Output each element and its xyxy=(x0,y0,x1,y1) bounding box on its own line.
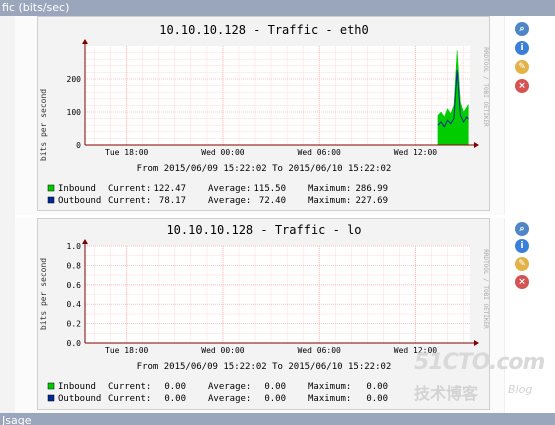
legend-inbound-average-label: Average: xyxy=(208,184,251,194)
legend-inbound-name: Inbound xyxy=(58,382,96,392)
legend-inbound-average-value: 115.50 xyxy=(253,184,286,194)
legend-outbound-maximum-value: 0.00 xyxy=(366,394,388,404)
legend-outbound-name: Outbound xyxy=(58,394,101,404)
traffic-chart-eth0: 10.10.10.128 - Traffic - eth0 bits per s… xyxy=(39,23,489,206)
chart-title: 10.10.10.128 - Traffic - lo xyxy=(166,223,361,237)
section-header-traffic: fic (bits/sec) xyxy=(0,0,555,16)
traffic-graph-eth0[interactable]: 10.10.10.128 - Traffic - eth0 bits per s… xyxy=(37,16,490,211)
watermark-logo: 51CTO.com xyxy=(414,350,545,375)
legend-outbound-maximum-value: 227.69 xyxy=(355,196,388,206)
legend-inbound-name: Inbound xyxy=(58,184,96,194)
rrdtool-credit: RRDTOOL / TOBI OETIKER xyxy=(482,47,489,127)
y-axis-label: bits per second xyxy=(39,89,48,161)
y-tick-label: 0.4 xyxy=(67,300,82,309)
x-axis-arrow xyxy=(474,340,479,346)
y-tick-label: 0 xyxy=(76,141,81,150)
rrdtool-credit: RRDTOOL / TOBI OETIKER xyxy=(482,249,489,329)
watermark-subtitle: 技术博客 xyxy=(414,384,479,403)
legend-swatch-inbound xyxy=(47,382,55,390)
y-axis-arrow xyxy=(82,39,88,44)
info-icon[interactable]: i xyxy=(515,239,529,253)
legend-inbound-average-label: Average: xyxy=(208,382,251,392)
legend-swatch-inbound xyxy=(47,184,55,192)
legend-outbound-maximum-label: Maximum: xyxy=(308,394,351,404)
x-tick-label: Wed 00:00 xyxy=(201,148,245,157)
site-watermark: 51CTO.com 技术博客 Blog xyxy=(400,350,550,410)
legend-outbound-current-label: Current: xyxy=(108,196,151,206)
zoom-icon[interactable]: ⌕ xyxy=(515,222,529,236)
legend-outbound-average-value: 0.00 xyxy=(264,394,286,404)
y-tick-label: 0.0 xyxy=(67,339,82,348)
legend-swatch-outbound xyxy=(47,394,55,402)
legend-inbound-maximum-value: 0.00 xyxy=(366,382,388,392)
legend-inbound-current-label: Current: xyxy=(108,184,151,194)
watermark-blog: Blog xyxy=(508,383,533,396)
y-tick-label: 100 xyxy=(67,108,82,117)
x-tick-label: Tue 18:00 xyxy=(105,346,149,355)
graph-actions-lo: ⌕ i ✎ × xyxy=(515,222,533,292)
legend-outbound-maximum-label: Maximum: xyxy=(308,196,351,206)
graph-actions-eth0: ⌕ i ✎ × xyxy=(515,22,533,93)
zoom-icon[interactable]: ⌕ xyxy=(515,22,529,36)
y-axis-arrow xyxy=(82,239,88,244)
left-gutter xyxy=(0,16,15,413)
legend-outbound-current-value: 0.00 xyxy=(164,394,186,404)
legend-inbound-current-value: 122.47 xyxy=(153,184,186,194)
y-axis-label: bits per second xyxy=(39,258,48,330)
y-tick-label: 0.2 xyxy=(67,320,82,329)
delete-icon[interactable]: × xyxy=(515,275,529,289)
chart-title: 10.10.10.128 - Traffic - eth0 xyxy=(159,23,369,37)
time-range: From 2015/06/09 15:22:02 To 2015/06/10 1… xyxy=(137,164,392,174)
legend-inbound-maximum-value: 286.99 xyxy=(355,184,388,194)
x-axis-arrow xyxy=(474,142,479,148)
legend-inbound-maximum-label: Maximum: xyxy=(308,184,351,194)
x-tick-label: Wed 00:00 xyxy=(201,346,245,355)
edit-icon[interactable]: ✎ xyxy=(515,257,529,271)
y-tick-label: 0.8 xyxy=(67,261,82,270)
info-icon[interactable]: i xyxy=(515,41,529,55)
legend-outbound-current-value: 78.17 xyxy=(159,196,186,206)
legend-swatch-outbound xyxy=(47,196,55,204)
y-tick-label: 1.0 xyxy=(67,242,82,251)
legend-outbound-average-label: Average: xyxy=(208,394,251,404)
legend-outbound-current-label: Current: xyxy=(108,394,151,404)
y-tick-label: 0.6 xyxy=(67,281,82,290)
section-header-usage: Jsage xyxy=(0,413,555,425)
x-tick-label: Tue 18:00 xyxy=(105,148,149,157)
legend-outbound-average-label: Average: xyxy=(208,196,251,206)
x-tick-label: Wed 06:00 xyxy=(298,148,342,157)
legend-inbound-current-label: Current: xyxy=(108,382,151,392)
legend-outbound-name: Outbound xyxy=(58,196,101,206)
legend-outbound-average-value: 72.40 xyxy=(259,196,286,206)
time-range: From 2015/06/09 15:22:02 To 2015/06/10 1… xyxy=(137,362,392,372)
legend-inbound-maximum-label: Maximum: xyxy=(308,382,351,392)
legend-inbound-average-value: 0.00 xyxy=(264,382,286,392)
x-tick-label: Wed 12:00 xyxy=(394,148,438,157)
legend-inbound-current-value: 0.00 xyxy=(164,382,186,392)
edit-icon[interactable]: ✎ xyxy=(515,60,529,74)
y-tick-label: 200 xyxy=(67,75,82,84)
delete-icon[interactable]: × xyxy=(515,79,529,93)
x-tick-label: Wed 06:00 xyxy=(298,346,342,355)
